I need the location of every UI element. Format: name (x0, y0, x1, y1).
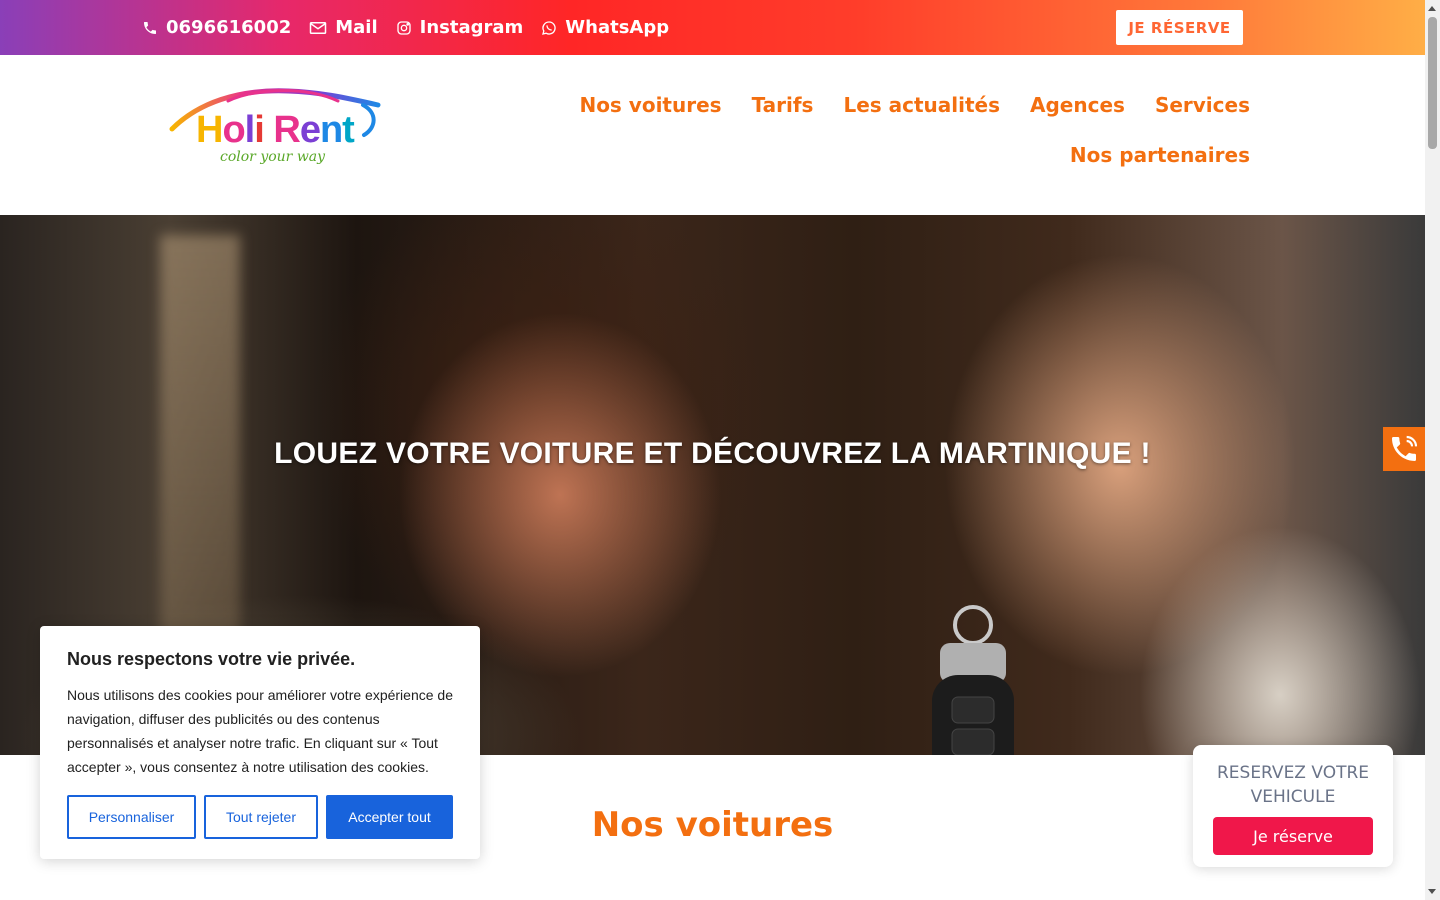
scroll-up-arrow-icon[interactable] (1428, 6, 1436, 11)
cookie-reject-button[interactable]: Tout rejeter (204, 795, 318, 839)
je-reserve-top-button[interactable]: JE RÉSERVE (1116, 10, 1243, 45)
whatsapp-label: WhatsApp (565, 17, 670, 38)
holi-rent-logo[interactable]: Holi Rent color your way (168, 83, 383, 178)
cookie-title: Nous respectons votre vie privée. (67, 649, 356, 669)
page-scrollbar[interactable] (1425, 0, 1440, 900)
instagram-label: Instagram (419, 17, 524, 38)
cookie-customize-button[interactable]: Personnaliser (67, 795, 196, 839)
nav-item-agences[interactable]: Agences (1030, 93, 1125, 117)
nav-row-2: Nos partenaires (560, 130, 1250, 180)
nav-item-nos-partenaires[interactable]: Nos partenaires (1070, 143, 1250, 167)
cookie-consent-banner: Nous respectons votre vie privée. Nous u… (40, 626, 480, 859)
nav-item-tarifs[interactable]: Tarifs (752, 93, 814, 117)
key-fob-image (932, 605, 1014, 755)
top-contact-bar: 0696616002 Mail Instagram WhatsApp JE RÉ… (0, 0, 1425, 55)
reserve-vehicle-widget: RESERVEZ VOTRE VEHICULE Je réserve (1193, 745, 1393, 867)
nav-item-services[interactable]: Services (1155, 93, 1250, 117)
logo-name: Holi Rent (196, 109, 355, 151)
contact-links: 0696616002 Mail Instagram WhatsApp (142, 0, 669, 55)
mail-icon (310, 21, 327, 34)
phone-link[interactable]: 0696616002 (142, 17, 291, 38)
site-header: Holi Rent color your way Nos voitures Ta… (0, 55, 1425, 215)
hero-title: LOUEZ VOTRE VOITURE ET DÉCOUVREZ LA MART… (274, 437, 1151, 470)
scroll-thumb[interactable] (1428, 17, 1437, 149)
je-reserve-widget-button[interactable]: Je réserve (1213, 817, 1373, 855)
reserve-widget-title: RESERVEZ VOTRE VEHICULE (1216, 763, 1370, 807)
nav-row-1: Nos voitures Tarifs Les actualités Agenc… (560, 80, 1250, 130)
whatsapp-icon (542, 20, 556, 35)
floating-phone-icon (1392, 435, 1418, 461)
whatsapp-link[interactable]: WhatsApp (541, 17, 669, 38)
instagram-icon (396, 20, 411, 35)
cookie-text: Nous utilisons des cookies pour améliore… (67, 687, 453, 775)
scroll-down-arrow-icon[interactable] (1428, 889, 1436, 894)
phone-number: 0696616002 (166, 17, 292, 38)
floating-phone-button[interactable] (1383, 427, 1425, 471)
mail-label: Mail (335, 17, 378, 38)
mail-link[interactable]: Mail (309, 17, 378, 38)
nav-item-nos-voitures[interactable]: Nos voitures (579, 93, 721, 117)
instagram-link[interactable]: Instagram (396, 17, 524, 38)
logo-tagline: color your way (220, 149, 326, 165)
cookie-accept-button[interactable]: Accepter tout (326, 795, 453, 839)
phone-icon (144, 21, 156, 34)
main-nav: Nos voitures Tarifs Les actualités Agenc… (560, 80, 1250, 180)
nav-item-les-actualites[interactable]: Les actualités (843, 93, 1000, 117)
